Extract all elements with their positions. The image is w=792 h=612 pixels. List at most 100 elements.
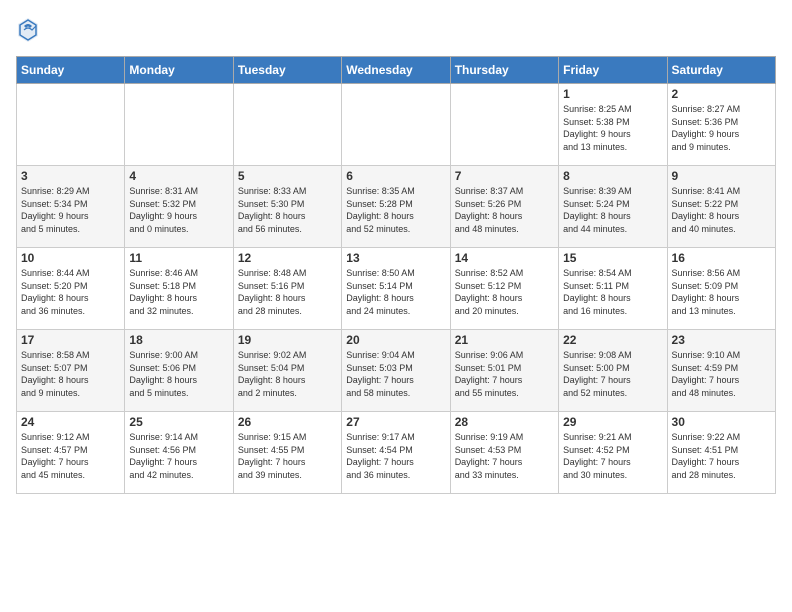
day-number: 6 xyxy=(346,169,445,183)
day-cell: 3 Sunrise: 8:29 AM Sunset: 5:34 PM Daylig… xyxy=(17,166,125,248)
day-cell: 30 Sunrise: 9:22 AM Sunset: 4:51 PM Dayli… xyxy=(667,412,775,494)
day-number: 12 xyxy=(238,251,337,265)
day-number: 24 xyxy=(21,415,120,429)
day-number: 19 xyxy=(238,333,337,347)
day-number: 22 xyxy=(563,333,662,347)
day-number: 16 xyxy=(672,251,771,265)
weekday-header-monday: Monday xyxy=(125,57,233,84)
day-cell xyxy=(125,84,233,166)
day-number: 21 xyxy=(455,333,554,347)
page-header xyxy=(16,16,776,44)
day-number: 20 xyxy=(346,333,445,347)
day-info: Sunrise: 8:48 AM Sunset: 5:16 PM Dayligh… xyxy=(238,267,337,317)
day-cell: 16 Sunrise: 8:56 AM Sunset: 5:09 PM Dayli… xyxy=(667,248,775,330)
day-number: 9 xyxy=(672,169,771,183)
day-cell: 5 Sunrise: 8:33 AM Sunset: 5:30 PM Daylig… xyxy=(233,166,341,248)
day-info: Sunrise: 8:41 AM Sunset: 5:22 PM Dayligh… xyxy=(672,185,771,235)
day-info: Sunrise: 8:56 AM Sunset: 5:09 PM Dayligh… xyxy=(672,267,771,317)
week-row-2: 3 Sunrise: 8:29 AM Sunset: 5:34 PM Daylig… xyxy=(17,166,776,248)
day-number: 27 xyxy=(346,415,445,429)
day-cell: 21Sunrise: 9:06 AM Sunset: 5:01 PM Dayli… xyxy=(450,330,558,412)
day-info: Sunrise: 9:22 AM Sunset: 4:51 PM Dayligh… xyxy=(672,431,771,481)
day-number: 14 xyxy=(455,251,554,265)
day-info: Sunrise: 9:17 AM Sunset: 4:54 PM Dayligh… xyxy=(346,431,445,481)
day-number: 7 xyxy=(455,169,554,183)
day-cell: 17 Sunrise: 8:58 AM Sunset: 5:07 PM Dayli… xyxy=(17,330,125,412)
day-cell xyxy=(450,84,558,166)
day-cell: 26 Sunrise: 9:15 AM Sunset: 4:55 PM Dayli… xyxy=(233,412,341,494)
week-row-5: 24 Sunrise: 9:12 AM Sunset: 4:57 PM Dayli… xyxy=(17,412,776,494)
day-cell: 2 Sunrise: 8:27 AM Sunset: 5:36 PM Daylig… xyxy=(667,84,775,166)
day-info: Sunrise: 8:27 AM Sunset: 5:36 PM Dayligh… xyxy=(672,103,771,153)
day-number: 26 xyxy=(238,415,337,429)
day-cell: 20 Sunrise: 9:04 AM Sunset: 5:03 PM Dayli… xyxy=(342,330,450,412)
day-info: Sunrise: 9:08 AM Sunset: 5:00 PM Dayligh… xyxy=(563,349,662,399)
day-info: Sunrise: 8:25 AM Sunset: 5:38 PM Dayligh… xyxy=(563,103,662,153)
day-number: 18 xyxy=(129,333,228,347)
day-cell: 4Sunrise: 8:31 AM Sunset: 5:32 PM Daylig… xyxy=(125,166,233,248)
day-cell: 27 Sunrise: 9:17 AM Sunset: 4:54 PM Dayli… xyxy=(342,412,450,494)
weekday-header-sunday: Sunday xyxy=(17,57,125,84)
day-info: Sunrise: 8:50 AM Sunset: 5:14 PM Dayligh… xyxy=(346,267,445,317)
day-number: 13 xyxy=(346,251,445,265)
day-number: 28 xyxy=(455,415,554,429)
day-info: Sunrise: 8:46 AM Sunset: 5:18 PM Dayligh… xyxy=(129,267,228,317)
logo-icon xyxy=(16,16,40,44)
day-cell: 13 Sunrise: 8:50 AM Sunset: 5:14 PM Dayli… xyxy=(342,248,450,330)
day-number: 17 xyxy=(21,333,120,347)
day-cell: 6 Sunrise: 8:35 AM Sunset: 5:28 PM Daylig… xyxy=(342,166,450,248)
day-cell: 1 Sunrise: 8:25 AM Sunset: 5:38 PM Daylig… xyxy=(559,84,667,166)
day-info: Sunrise: 8:33 AM Sunset: 5:30 PM Dayligh… xyxy=(238,185,337,235)
day-number: 5 xyxy=(238,169,337,183)
day-number: 15 xyxy=(563,251,662,265)
day-number: 2 xyxy=(672,87,771,101)
week-row-3: 10Sunrise: 8:44 AM Sunset: 5:20 PM Dayli… xyxy=(17,248,776,330)
weekday-header-saturday: Saturday xyxy=(667,57,775,84)
day-number: 3 xyxy=(21,169,120,183)
day-info: Sunrise: 8:54 AM Sunset: 5:11 PM Dayligh… xyxy=(563,267,662,317)
day-cell: 12 Sunrise: 8:48 AM Sunset: 5:16 PM Dayli… xyxy=(233,248,341,330)
day-info: Sunrise: 9:15 AM Sunset: 4:55 PM Dayligh… xyxy=(238,431,337,481)
day-cell: 19 Sunrise: 9:02 AM Sunset: 5:04 PM Dayli… xyxy=(233,330,341,412)
week-row-4: 17 Sunrise: 8:58 AM Sunset: 5:07 PM Dayli… xyxy=(17,330,776,412)
day-number: 11 xyxy=(129,251,228,265)
day-cell xyxy=(233,84,341,166)
day-info: Sunrise: 9:02 AM Sunset: 5:04 PM Dayligh… xyxy=(238,349,337,399)
day-number: 30 xyxy=(672,415,771,429)
day-number: 25 xyxy=(129,415,228,429)
day-number: 4 xyxy=(129,169,228,183)
day-cell: 8Sunrise: 8:39 AM Sunset: 5:24 PM Daylig… xyxy=(559,166,667,248)
day-info: Sunrise: 8:35 AM Sunset: 5:28 PM Dayligh… xyxy=(346,185,445,235)
weekday-header-wednesday: Wednesday xyxy=(342,57,450,84)
day-cell: 11 Sunrise: 8:46 AM Sunset: 5:18 PM Dayli… xyxy=(125,248,233,330)
day-info: Sunrise: 8:52 AM Sunset: 5:12 PM Dayligh… xyxy=(455,267,554,317)
day-info: Sunrise: 8:39 AM Sunset: 5:24 PM Dayligh… xyxy=(563,185,662,235)
day-info: Sunrise: 8:58 AM Sunset: 5:07 PM Dayligh… xyxy=(21,349,120,399)
day-cell xyxy=(342,84,450,166)
day-info: Sunrise: 9:19 AM Sunset: 4:53 PM Dayligh… xyxy=(455,431,554,481)
weekday-header-tuesday: Tuesday xyxy=(233,57,341,84)
weekday-header-friday: Friday xyxy=(559,57,667,84)
day-info: Sunrise: 9:12 AM Sunset: 4:57 PM Dayligh… xyxy=(21,431,120,481)
day-number: 1 xyxy=(563,87,662,101)
day-info: Sunrise: 9:10 AM Sunset: 4:59 PM Dayligh… xyxy=(672,349,771,399)
day-info: Sunrise: 8:29 AM Sunset: 5:34 PM Dayligh… xyxy=(21,185,120,235)
day-cell: 14 Sunrise: 8:52 AM Sunset: 5:12 PM Dayli… xyxy=(450,248,558,330)
calendar: SundayMondayTuesdayWednesdayThursdayFrid… xyxy=(16,56,776,494)
day-info: Sunrise: 9:14 AM Sunset: 4:56 PM Dayligh… xyxy=(129,431,228,481)
day-cell: 28 Sunrise: 9:19 AM Sunset: 4:53 PM Dayli… xyxy=(450,412,558,494)
day-info: Sunrise: 9:21 AM Sunset: 4:52 PM Dayligh… xyxy=(563,431,662,481)
day-cell: 10Sunrise: 8:44 AM Sunset: 5:20 PM Dayli… xyxy=(17,248,125,330)
day-cell: 25 Sunrise: 9:14 AM Sunset: 4:56 PM Dayli… xyxy=(125,412,233,494)
day-cell xyxy=(17,84,125,166)
day-cell: 23 Sunrise: 9:10 AM Sunset: 4:59 PM Dayli… xyxy=(667,330,775,412)
day-cell: 7Sunrise: 8:37 AM Sunset: 5:26 PM Daylig… xyxy=(450,166,558,248)
day-cell: 15 Sunrise: 8:54 AM Sunset: 5:11 PM Dayli… xyxy=(559,248,667,330)
day-info: Sunrise: 9:04 AM Sunset: 5:03 PM Dayligh… xyxy=(346,349,445,399)
day-number: 29 xyxy=(563,415,662,429)
day-cell: 24 Sunrise: 9:12 AM Sunset: 4:57 PM Dayli… xyxy=(17,412,125,494)
day-number: 23 xyxy=(672,333,771,347)
day-info: Sunrise: 8:44 AM Sunset: 5:20 PM Dayligh… xyxy=(21,267,120,317)
weekday-header-row: SundayMondayTuesdayWednesdayThursdayFrid… xyxy=(17,57,776,84)
day-cell: 18Sunrise: 9:00 AM Sunset: 5:06 PM Dayli… xyxy=(125,330,233,412)
